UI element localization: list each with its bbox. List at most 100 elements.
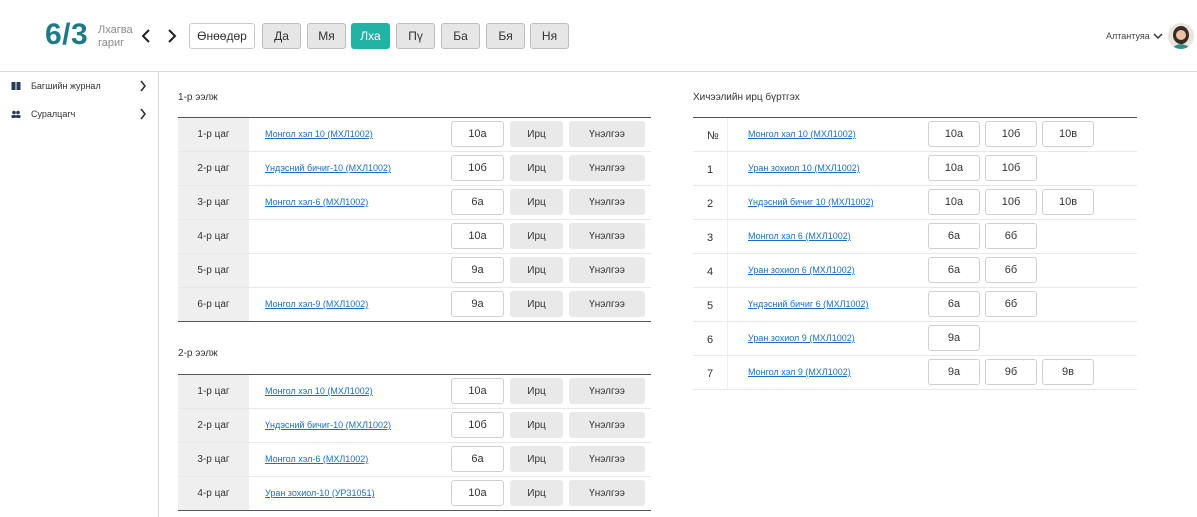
sidebar-item-students[interactable]: Суралцагч (0, 100, 159, 128)
lesson-link[interactable]: Монгол хэл 10 (МХЛ1002) (748, 129, 856, 139)
avatar[interactable] (1168, 23, 1194, 49)
sidebar-item-label: Суралцагч (31, 109, 76, 119)
column-divider (727, 322, 728, 355)
assessment-button[interactable]: Үнэлгээ (569, 189, 645, 215)
schedule-row: 4-р цаг 10а Ирц Үнэлгээ (178, 220, 651, 254)
class-button[interactable]: 6б (985, 257, 1037, 283)
lesson-link[interactable]: Монгол хэл 10 (МХЛ1002) (265, 129, 373, 139)
class-button[interactable]: 10в (1042, 189, 1094, 215)
class-field[interactable]: 10а (451, 480, 504, 506)
class-field[interactable]: 10а (451, 223, 504, 249)
schedule-row: 6-р цаг Монгол хэл-9 (МХЛ1002) 9а Ирц Үнэлгэ… (178, 288, 651, 322)
attendance-button[interactable]: Ирц (510, 446, 563, 472)
class-field[interactable]: 9а (451, 257, 504, 283)
lesson-link[interactable]: Монгол хэл 9 (МХЛ1002) (748, 367, 851, 377)
row-number: 7 (707, 368, 714, 380)
class-button[interactable]: 6б (985, 291, 1037, 317)
class-button[interactable]: 6б (985, 223, 1037, 249)
attendance-button[interactable]: Ирц (510, 412, 563, 438)
attendance-button[interactable]: Ирц (510, 291, 563, 317)
class-field[interactable]: 6а (451, 446, 504, 472)
lesson-link[interactable]: Үндэсний бичиг-10 (МХЛ1002) (265, 420, 391, 430)
class-button[interactable]: 9а (928, 325, 980, 351)
class-button[interactable]: 10б (985, 121, 1037, 147)
register-title: Хичээлийн ирц бүртгэх (693, 92, 800, 103)
register-row: 5 Үндэсний бичиг 6 (МХЛ1002) 6а 6б (693, 288, 1137, 322)
day-button-2[interactable]: Лха (351, 23, 390, 49)
attendance-button[interactable]: Ирц (510, 257, 563, 283)
chevron-right-icon (168, 29, 177, 43)
lesson-link[interactable]: Монгол хэл-6 (МХЛ1002) (265, 454, 368, 464)
user-name[interactable]: Алтантуяа (1106, 31, 1150, 41)
sidebar-item-label: Багшийн журнал (31, 81, 101, 91)
class-button[interactable]: 10а (928, 155, 980, 181)
lesson-link[interactable]: Уран зохиол 9 (МХЛ1002) (748, 333, 855, 343)
chevron-right-icon (140, 80, 147, 92)
lesson-link[interactable]: Үндэсний бичиг 6 (МХЛ1002) (748, 299, 869, 309)
class-button[interactable]: 9в (1042, 359, 1094, 385)
class-button[interactable]: 6а (928, 257, 980, 283)
lesson-link[interactable]: Монгол хэл-6 (МХЛ1002) (265, 197, 368, 207)
class-field[interactable]: 10а (451, 378, 504, 404)
class-button[interactable]: 6а (928, 291, 980, 317)
class-button[interactable]: 10б (985, 155, 1037, 181)
assessment-button[interactable]: Үнэлгээ (569, 412, 645, 438)
register-row: 2 Үндэсний бичиг 10 (МХЛ1002) 10а 10б 10в (693, 186, 1137, 220)
assessment-button[interactable]: Үнэлгээ (569, 223, 645, 249)
shift-2-title: 2-р ээлж (178, 348, 218, 359)
day-button-5[interactable]: Бя (486, 23, 525, 49)
class-field[interactable]: 10б (451, 412, 504, 438)
schedule-row: 1-р цаг Монгол хэл 10 (МХЛ1002) 10а Ирц Үнэл… (178, 118, 651, 152)
assessment-button[interactable]: Үнэлгээ (569, 446, 645, 472)
class-field[interactable]: 6а (451, 189, 504, 215)
class-field[interactable]: 10б (451, 155, 504, 181)
day-button-4[interactable]: Ба (441, 23, 480, 49)
lesson-link[interactable]: Уран зохиол 10 (МХЛ1002) (748, 163, 860, 173)
class-button[interactable]: 10а (928, 121, 980, 147)
attendance-button[interactable]: Ирц (510, 121, 563, 147)
class-button[interactable]: 10в (1042, 121, 1094, 147)
class-field[interactable]: 9а (451, 291, 504, 317)
class-button[interactable]: 10а (928, 189, 980, 215)
class-button[interactable]: 10б (985, 189, 1037, 215)
assessment-button[interactable]: Үнэлгээ (569, 121, 645, 147)
weekday-line-1: Лхагва (98, 24, 133, 36)
assessment-button[interactable]: Үнэлгээ (569, 155, 645, 181)
class-button[interactable]: 9б (985, 359, 1037, 385)
top-header: 6/3 Лхагва гариг Өнөөдөр Да Мя Лха Пү Ба Бя Ня… (0, 0, 1197, 72)
attendance-button[interactable]: Ирц (510, 189, 563, 215)
sidebar-item-teacher-journal[interactable]: Багшийн журнал (0, 72, 159, 100)
day-button-0[interactable]: Да (262, 23, 301, 49)
lesson-link[interactable]: Монгол хэл-9 (МХЛ1002) (265, 299, 368, 309)
next-week-button[interactable] (165, 28, 179, 44)
class-button[interactable]: 9а (928, 359, 980, 385)
lesson-link[interactable]: Үндэсний бичиг-10 (МХЛ1002) (265, 163, 391, 173)
schedule-row: 3-р цаг Монгол хэл-6 (МХЛ1002) 6а Ирц Үнэлгэ… (178, 186, 651, 220)
day-button-3[interactable]: Пү (396, 23, 435, 49)
attendance-button[interactable]: Ирц (510, 378, 563, 404)
lesson-link[interactable]: Монгол хэл 10 (МХЛ1002) (265, 386, 373, 396)
class-field[interactable]: 10а (451, 121, 504, 147)
assessment-button[interactable]: Үнэлгээ (569, 291, 645, 317)
attendance-button[interactable]: Ирц (510, 223, 563, 249)
prev-week-button[interactable] (140, 28, 154, 44)
lesson-link[interactable]: Уран зохиол-10 (УР31051) (265, 488, 375, 498)
assessment-button[interactable]: Үнэлгээ (569, 257, 645, 283)
class-button[interactable]: 6а (928, 223, 980, 249)
lesson-link[interactable]: Монгол хэл 6 (МХЛ1002) (748, 231, 851, 241)
day-button-1[interactable]: Мя (307, 23, 346, 49)
book-icon (11, 82, 21, 90)
assessment-button[interactable]: Үнэлгээ (569, 480, 645, 506)
period-label: 4-р цаг (178, 477, 249, 510)
attendance-button[interactable]: Ирц (510, 155, 563, 181)
lesson-link[interactable]: Уран зохиол 6 (МХЛ1002) (748, 265, 855, 275)
register-row: 4 Уран зохиол 6 (МХЛ1002) 6а 6б (693, 254, 1137, 288)
period-label: 6-р цаг (178, 288, 249, 321)
lesson-link[interactable]: Үндэсний бичиг 10 (МХЛ1002) (748, 197, 874, 207)
chevron-down-icon[interactable] (1153, 31, 1163, 41)
day-button-6[interactable]: Ня (530, 23, 569, 49)
assessment-button[interactable]: Үнэлгээ (569, 378, 645, 404)
today-button[interactable]: Өнөөдөр (189, 23, 255, 49)
attendance-button[interactable]: Ирц (510, 480, 563, 506)
register-row: 7 Монгол хэл 9 (МХЛ1002) 9а 9б 9в (693, 356, 1137, 390)
